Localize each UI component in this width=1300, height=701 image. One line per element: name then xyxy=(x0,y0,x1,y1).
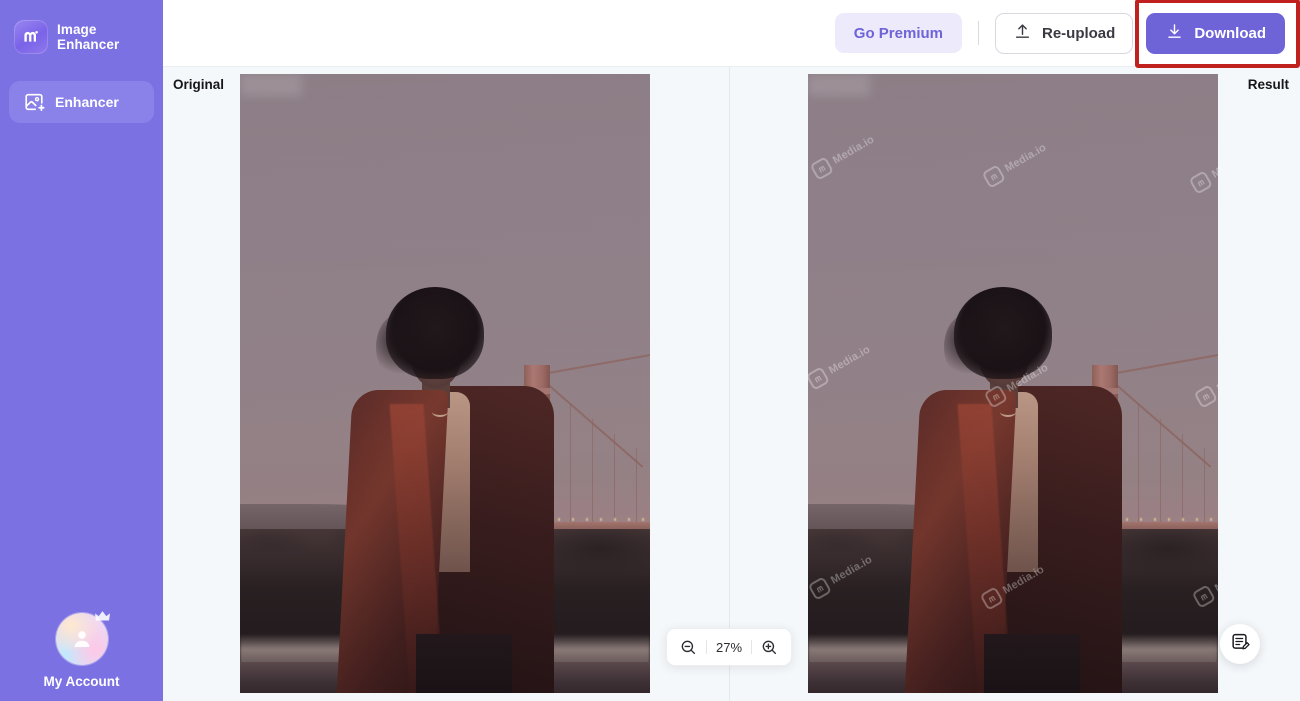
zoom-value[interactable]: 27% xyxy=(707,640,751,655)
original-label: Original xyxy=(173,77,225,92)
sidebar-item-enhancer[interactable]: Enhancer xyxy=(9,81,154,123)
brand-title-line1: Image xyxy=(57,21,97,37)
my-account-label: My Account xyxy=(43,674,120,689)
main-area: Go Premium Re-upload Download Original R… xyxy=(163,0,1300,701)
sidebar-nav: Enhancer xyxy=(9,81,154,123)
photo-subject-pants xyxy=(416,634,512,693)
zoom-out-icon[interactable] xyxy=(672,629,706,665)
preview-canvas: Original Result Media.io Media.io Media.… xyxy=(163,66,1300,701)
re-upload-button[interactable]: Re-upload xyxy=(994,12,1134,54)
sidebar: Image Enhancer Enhancer My Account xyxy=(0,0,163,701)
brand[interactable]: Image Enhancer xyxy=(0,0,163,54)
bridge-cable xyxy=(1104,337,1218,376)
bridge-hanger xyxy=(636,448,637,522)
download-button-wrapper: Download xyxy=(1135,0,1300,68)
avatar xyxy=(55,611,110,665)
zoom-control: 27% xyxy=(666,628,792,666)
download-label: Download xyxy=(1194,24,1266,42)
toolbar-divider xyxy=(977,21,979,45)
feedback-button[interactable] xyxy=(1220,624,1260,664)
brand-title-line2: Enhancer xyxy=(57,37,120,52)
zoom-in-icon[interactable] xyxy=(752,629,786,665)
re-upload-label: Re-upload xyxy=(1041,24,1116,42)
brand-title: Image Enhancer xyxy=(57,22,119,53)
bridge-hanger xyxy=(1204,448,1205,522)
photo-subject-hair-side xyxy=(376,314,422,380)
result-label: Result xyxy=(1247,77,1289,92)
photo-subject-hair-side xyxy=(944,314,990,380)
original-image[interactable] xyxy=(240,74,650,693)
media-io-logo-icon xyxy=(14,20,48,54)
my-account[interactable]: My Account xyxy=(0,611,163,689)
download-icon xyxy=(1165,22,1184,45)
toolbar: Go Premium Re-upload Download xyxy=(163,0,1300,68)
photo-subject-pants xyxy=(984,634,1080,693)
crown-icon xyxy=(94,609,111,629)
result-image[interactable]: Media.io Media.io Media.io Media.io Medi… xyxy=(808,74,1218,693)
download-button[interactable]: Download xyxy=(1146,12,1285,54)
bridge-hanger xyxy=(1160,419,1161,522)
bridge-hanger xyxy=(1182,434,1183,522)
image-plus-icon xyxy=(23,91,45,113)
sidebar-item-label: Enhancer xyxy=(55,94,119,110)
photo-subject-necklace xyxy=(1000,407,1016,417)
bridge-hanger xyxy=(614,434,615,522)
bridge-hanger xyxy=(592,419,593,522)
feedback-note-icon xyxy=(1230,631,1251,657)
bridge-hanger xyxy=(570,404,571,522)
upload-icon xyxy=(1013,22,1032,45)
bridge-hanger xyxy=(1138,404,1139,522)
compare-divider xyxy=(729,67,730,701)
bridge-cable xyxy=(536,337,650,376)
app-root: Image Enhancer Enhancer My Account Go Pr… xyxy=(0,0,1300,701)
go-premium-button[interactable]: Go Premium xyxy=(834,13,962,53)
photo-subject-necklace xyxy=(432,407,448,417)
